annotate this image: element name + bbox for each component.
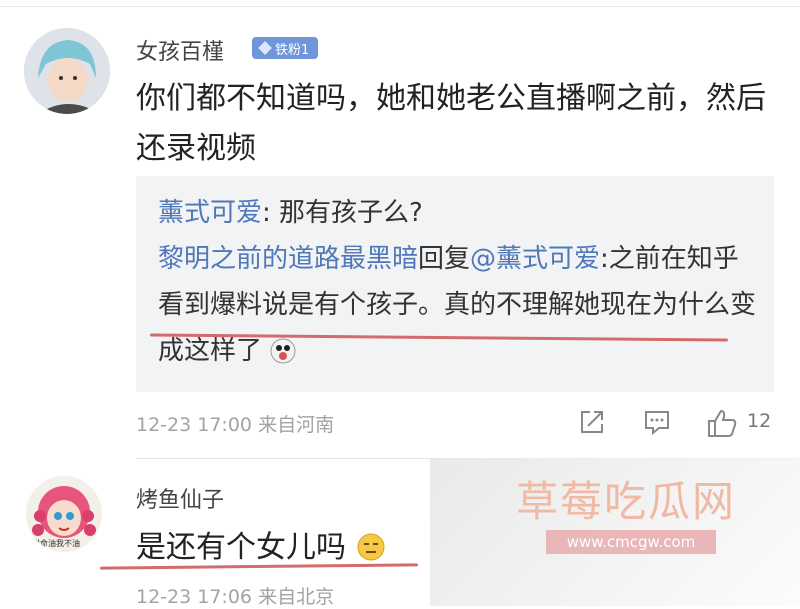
- fan-badge[interactable]: 铁粉1: [252, 37, 318, 59]
- avatar[interactable]: [24, 28, 110, 114]
- top-divider: [0, 6, 800, 7]
- quote-user-link[interactable]: 薰式可爱: [158, 198, 262, 228]
- like-button[interactable]: [706, 408, 738, 442]
- comment-meta: 12-23 17:00 来自河南: [136, 410, 334, 437]
- quote-line-1: 薰式可爱: 那有孩子么?: [158, 192, 423, 229]
- emoji-surprised-icon: [270, 333, 296, 379]
- quote-text-1: : 那有孩子么?: [262, 198, 423, 228]
- comment-meta: 12-23 17:06 来自北京: [136, 582, 334, 609]
- quoted-reply-box[interactable]: 薰式可爱: 那有孩子么? 黎明之前的道路最黑暗回复@薰式可爱:之前在知乎看到爆料…: [136, 176, 774, 392]
- diamond-icon: [258, 41, 272, 55]
- avatar-caption: 拼命油我不油: [32, 539, 80, 548]
- username[interactable]: 烤鱼仙子: [136, 482, 224, 514]
- badge-label: 铁粉1: [275, 42, 310, 58]
- username[interactable]: 女孩百槿: [136, 34, 224, 66]
- comment-button[interactable]: [643, 408, 671, 440]
- quote-line-2: 黎明之前的道路最黑暗回复@薰式可爱:之前在知乎看到爆料说是有个孩子。真的不理解她…: [158, 236, 758, 379]
- comment-time: 12-23 17:06: [136, 586, 253, 608]
- like-icon: [708, 409, 737, 437]
- like-count: 12: [747, 410, 772, 432]
- share-icon: [581, 411, 603, 433]
- comment-text: 是还有个女儿吗: [136, 522, 386, 570]
- comment-text-content: 是还有个女儿吗: [136, 530, 346, 565]
- comment-icon: [645, 411, 669, 436]
- comment-location: 来自河南: [258, 414, 335, 436]
- comment-text: 你们都不知道吗，她和她老公直播啊之前，然后还录视频: [136, 81, 766, 166]
- watermark-url: www.cmcgw.com: [546, 530, 716, 554]
- watermark-title: 草莓吃瓜网: [516, 477, 737, 526]
- mention-link[interactable]: @薰式可爱: [470, 244, 600, 274]
- avatar[interactable]: 拼命油我不油: [26, 476, 102, 552]
- comment-time: 12-23 17:00: [136, 414, 253, 436]
- share-button[interactable]: [578, 408, 606, 440]
- comment-location: 来自北京: [258, 586, 335, 608]
- reply-word: 回复: [418, 244, 471, 274]
- reply-user-link[interactable]: 黎明之前的道路最黑暗: [158, 244, 418, 274]
